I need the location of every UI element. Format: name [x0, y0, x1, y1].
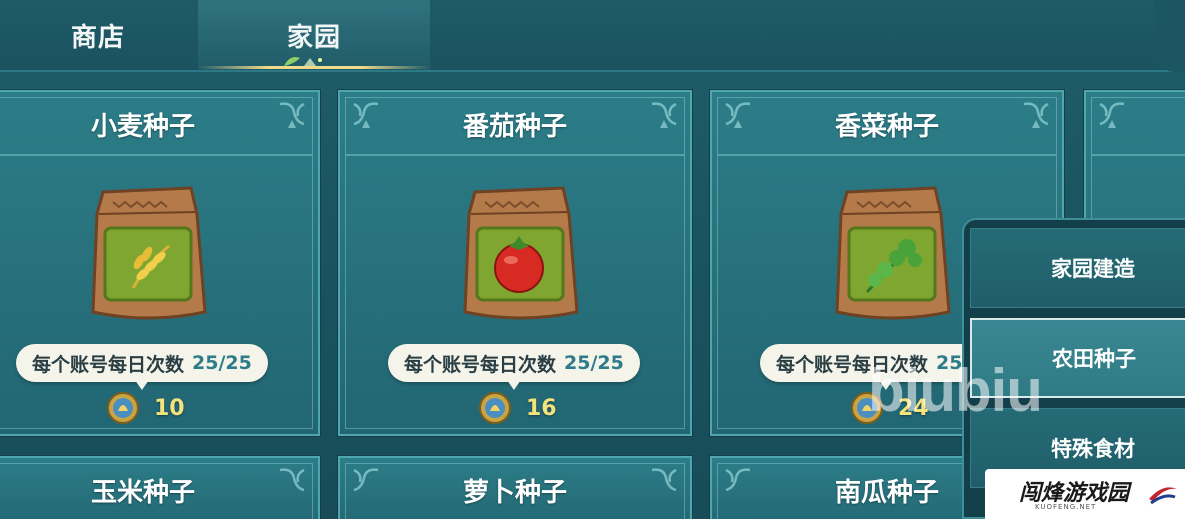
logo-swoosh-icon [1149, 487, 1177, 505]
item-card[interactable]: 番茄种子 每个账号每日次数 25/25 16 [337, 89, 693, 437]
title-divider [0, 154, 312, 156]
daily-limit-value: 25/25 [564, 352, 624, 374]
logo-subtext: KUOFENG.NET [1035, 503, 1097, 511]
card-title: 萝卜种子 [462, 478, 567, 508]
daily-limit-bubble: 每个账号每日次数 25/25 [388, 344, 640, 390]
daily-limit-label: 每个账号每日次数 [404, 353, 557, 376]
daily-limit-bubble: 每个账号每日次数 25/25 [16, 344, 268, 390]
price-value: 16 [526, 395, 557, 421]
price: 16 [478, 390, 557, 426]
ornament-icon [1099, 102, 1125, 128]
price: 10 [106, 390, 185, 426]
daily-limit-label: 每个账号每日次数 [32, 353, 185, 376]
tomato-seed-bag-icon [463, 186, 579, 320]
title-divider [346, 154, 684, 156]
item-card[interactable]: 萝卜种子 [337, 455, 693, 519]
coin-icon [479, 392, 511, 424]
card-title: 香菜种子 [834, 112, 939, 142]
leaf-icon [284, 57, 322, 66]
card-title: 玉米种子 [90, 478, 195, 508]
item-card[interactable]: 玉米种子 [0, 455, 321, 519]
price-value: 10 [154, 395, 185, 421]
item-card[interactable]: 小麦种子 每个账号每日次数 25/25 10 [0, 89, 321, 437]
card-title: 番茄种子 [462, 112, 567, 142]
site-logo: 闯烽游戏园 KUOFENG.NET [985, 469, 1185, 519]
top-tab-bar: 商店 家园 [0, 0, 1185, 72]
coin-icon [107, 392, 139, 424]
daily-limit-value: 25/25 [192, 352, 252, 374]
coriander-seed-bag-icon [835, 186, 951, 320]
tab-shop[interactable]: 商店 [0, 0, 196, 70]
title-divider [718, 154, 1056, 156]
tab-bar-edge [1155, 0, 1185, 72]
card-title: 小麦种子 [90, 112, 195, 142]
title-divider [1092, 154, 1185, 156]
watermark: biubiu [868, 357, 1043, 424]
wheat-seed-bag-icon [91, 186, 207, 320]
side-item-home-building[interactable]: 家园建造 [970, 228, 1185, 308]
